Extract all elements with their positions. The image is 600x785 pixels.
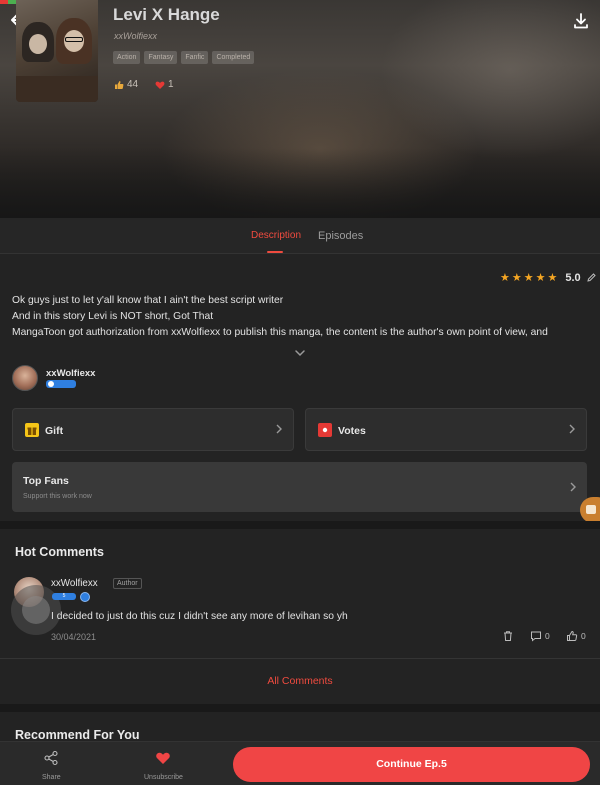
hero-shade	[0, 148, 600, 218]
download-icon	[574, 13, 588, 29]
genre-tag[interactable]: Fantasy	[144, 51, 178, 64]
cover-face	[29, 34, 47, 54]
commenter-level-badge: 5	[52, 593, 76, 600]
corner-badge-red	[0, 0, 8, 4]
star-icon: ★	[535, 272, 546, 284]
star-icon: ★	[511, 272, 522, 284]
manga-author[interactable]: xxWolfiexx	[114, 31, 157, 41]
hearts-count: 1	[168, 79, 174, 90]
description-line: MangaToon got authorization from xxWolfi…	[12, 327, 548, 338]
top-fans-title: Top Fans	[23, 475, 69, 487]
commenter-name[interactable]: xxWolfiexx	[51, 578, 98, 589]
top-fans-subtitle: Support this work now	[23, 493, 92, 500]
chevron-right-icon	[570, 482, 576, 492]
rating[interactable]: ★ ★ ★ ★ ★ 5.0	[500, 271, 597, 284]
thumbs-up-outline-icon	[567, 630, 578, 641]
hearts-stat: 1	[155, 79, 174, 90]
share-button[interactable]: Share	[42, 750, 61, 781]
unsubscribe-button[interactable]: Unsubscribe	[144, 750, 183, 781]
cover-image[interactable]	[16, 0, 98, 102]
bottom-action-bar: Share Unsubscribe Continue Ep.5	[0, 741, 600, 785]
trash-icon	[504, 631, 512, 641]
author-role-badge: Author	[113, 578, 142, 589]
section-divider	[0, 521, 600, 529]
like-comment-button[interactable]: 0	[566, 630, 586, 642]
download-button[interactable]	[572, 12, 590, 30]
star-icon: ★	[547, 272, 558, 284]
delete-comment-button[interactable]	[502, 630, 514, 642]
comment-icon	[531, 631, 541, 642]
share-label: Share	[42, 774, 61, 781]
manga-title: Levi X Hange	[113, 5, 220, 24]
comment-text: I decided to just do this cuz I didn't s…	[51, 611, 348, 622]
hot-comments-title: Hot Comments	[15, 545, 104, 559]
chevron-right-icon	[276, 424, 282, 434]
heart-filled-icon	[156, 752, 171, 764]
gift-icon	[25, 423, 39, 437]
star-icon: ★	[523, 272, 534, 284]
edit-icon[interactable]	[586, 272, 597, 283]
vip-badge-icon	[80, 592, 90, 602]
expand-description-button[interactable]	[294, 345, 306, 357]
chevron-right-icon	[569, 424, 575, 434]
likes-stat: 44	[114, 79, 138, 90]
votes-button[interactable]: Votes	[305, 408, 587, 451]
like-count: 0	[581, 631, 586, 641]
comment-date: 30/04/2021	[51, 632, 97, 642]
continue-reading-button[interactable]: Continue Ep.5	[233, 747, 590, 782]
genre-tag[interactable]: Fanfic	[181, 51, 209, 64]
gift-glyph	[27, 427, 37, 435]
votes-label: Votes	[338, 425, 366, 437]
recommend-title: Recommend For You	[15, 728, 140, 742]
share-icon	[44, 750, 58, 766]
genre-tags: Action Fantasy Fanfic Completed	[113, 51, 255, 64]
genre-tag[interactable]: Action	[113, 51, 141, 64]
reply-comment-button[interactable]: 0	[530, 630, 550, 642]
badge-dot	[48, 381, 54, 387]
star-icon: ★	[500, 272, 510, 284]
cover-bottom	[16, 76, 98, 102]
floating-video-button[interactable]	[580, 497, 600, 523]
likes-count: 44	[127, 79, 139, 90]
video-icon	[586, 505, 596, 514]
gift-label: Gift	[45, 425, 64, 437]
rating-value: 5.0	[565, 271, 581, 284]
author-avatar[interactable]	[12, 365, 38, 391]
detail-tabs: Description Episodes	[0, 218, 600, 254]
comment-separator	[0, 658, 600, 659]
top-fans-button[interactable]: Top Fans Support this work now	[12, 462, 587, 512]
tab-episodes[interactable]: Episodes	[318, 230, 363, 242]
thumbs-up-icon	[115, 80, 124, 89]
status-tag: Completed	[212, 51, 255, 64]
ticket-icon	[318, 423, 332, 437]
floating-touch-button-inner	[22, 596, 50, 624]
gift-button[interactable]: Gift	[12, 408, 294, 451]
tab-description[interactable]: Description	[251, 230, 301, 241]
author-name[interactable]: xxWolfiexx	[46, 368, 95, 379]
cover-glasses	[65, 37, 83, 42]
unsubscribe-label: Unsubscribe	[144, 774, 183, 781]
reply-count: 0	[545, 631, 550, 641]
author-level-badge	[46, 380, 76, 388]
ticket-glyph	[322, 427, 328, 433]
manga-detail-page: Levi X Hange xxWolfiexx Action Fantasy F…	[0, 0, 600, 785]
description-line: Ok guys just to let y'all know that I ai…	[12, 295, 284, 306]
heart-icon	[155, 81, 165, 89]
section-divider	[0, 704, 600, 712]
all-comments-link[interactable]: All Comments	[0, 675, 600, 687]
description-line: And in this story Levi is NOT short, Got…	[12, 311, 214, 322]
active-tab-indicator	[267, 251, 283, 253]
chevron-down-icon	[295, 350, 305, 357]
